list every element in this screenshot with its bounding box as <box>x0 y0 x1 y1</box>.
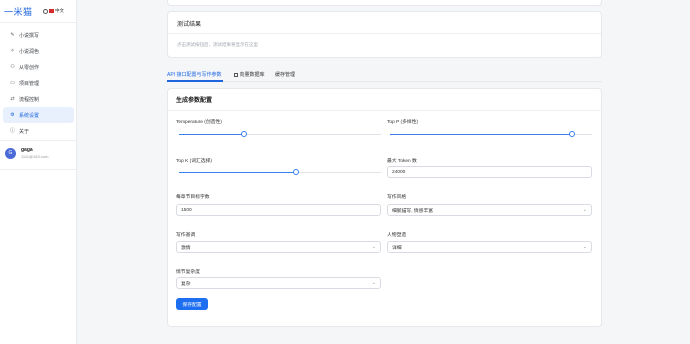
chevron-down-icon: ⌄ <box>371 280 376 286</box>
top-k-label: Top K (词汇选择) <box>176 159 212 164</box>
tab-api-config[interactable]: API 接口配置与写作参数 <box>167 71 221 78</box>
sidebar-item-label: 从零创作 <box>19 64 40 71</box>
globe-icon <box>43 8 48 14</box>
sidebar-item-flow-control[interactable]: ⇄ 流程控制 <box>3 91 74 107</box>
temperature-label: Temperature (创造性) <box>176 120 222 125</box>
divider <box>168 33 601 34</box>
sidebar-item-label: 小说撰写 <box>19 32 40 39</box>
tab-vector-db[interactable]: 向量数据库 <box>234 71 265 78</box>
top-p-label: Top P (多样性) <box>387 120 419 125</box>
folder-icon: ▭ <box>10 79 15 86</box>
sidebar-item-novel-polish[interactable]: ✧ 小说润色 <box>3 43 74 59</box>
test-results-hint: 点击测试按钮后，测试结果将显示在这里 <box>177 42 258 47</box>
sidebar-item-system-settings[interactable]: ⚙ 系统设置 <box>3 107 74 123</box>
writing-tone-select[interactable]: 激情 ⌄ <box>176 241 381 253</box>
info-icon: ⓘ <box>10 127 16 134</box>
user-name: gaga <box>21 147 33 153</box>
sidebar-item-label: 流程控制 <box>19 96 40 103</box>
select-value: 细腻描写, 情感丰富 <box>392 208 434 214</box>
params-title: 生成参数配置 <box>176 98 213 104</box>
slider-handle[interactable] <box>240 131 247 137</box>
sidebar-item-create-from-scratch[interactable]: ⚇ 从零创作 <box>3 59 74 75</box>
chevron-down-icon: ⌄ <box>371 244 376 250</box>
select-value: 详细 <box>392 245 402 251</box>
chapter-words-label: 每章节目标字数 <box>176 195 210 200</box>
chevron-down-icon: ⌄ <box>582 244 587 250</box>
language-label: 中文 <box>55 8 64 13</box>
top-p-slider[interactable] <box>390 131 592 137</box>
slider-handle[interactable] <box>293 169 300 175</box>
chevron-down-icon: ⌄ <box>582 207 587 213</box>
character-depth-select[interactable]: 详细 ⌄ <box>387 241 592 253</box>
test-results-title: 测试结果 <box>177 22 202 28</box>
sidebar-nav: ✎ 小说撰写 ✧ 小说润色 ⚇ 从零创作 ▭ 项目管理 ⇄ 流程控制 ⚙ 系统设… <box>0 27 77 139</box>
cn-flag-icon <box>49 9 54 13</box>
top-k-slider[interactable] <box>179 169 381 175</box>
flow-icon: ⇄ <box>10 95 15 102</box>
sidebar-item-novel-writing[interactable]: ✎ 小说撰写 <box>3 27 74 43</box>
wand-icon: ✧ <box>10 47 15 54</box>
settings-tabs: API 接口配置与写作参数 向量数据库 缓存管理 <box>167 67 602 82</box>
select-value: 复杂 <box>181 281 191 287</box>
slider-handle[interactable] <box>568 131 575 137</box>
tab-cache[interactable]: 缓存管理 <box>275 71 295 78</box>
divider <box>0 140 77 141</box>
select-value: 激情 <box>181 245 191 251</box>
writing-style-label: 写作风格 <box>387 195 407 200</box>
sidebar-item-project-management[interactable]: ▭ 项目管理 <box>3 75 74 91</box>
writing-style-select[interactable]: 细腻描写, 情感丰富 ⌄ <box>387 204 592 216</box>
save-config-button[interactable]: 保存配置 <box>176 298 208 310</box>
active-tab-indicator <box>167 80 223 82</box>
user-profile[interactable]: G gaga 1111@163.com <box>5 147 48 159</box>
sidebar: 一米猫 中文 ✎ 小说撰写 ✧ 小说润色 ⚇ 从零创作 ▭ 项目管理 ⇄ 流程控… <box>0 0 77 344</box>
pencil-icon: ✎ <box>10 31 15 38</box>
max-tokens-input[interactable]: 24000 <box>387 166 592 178</box>
sidebar-item-label: 项目管理 <box>19 80 40 87</box>
divider <box>0 22 77 23</box>
divider <box>0 169 77 170</box>
sidebar-item-about[interactable]: ⓘ 关于 <box>3 123 74 139</box>
app-logo[interactable]: 一米猫 <box>4 5 33 18</box>
temperature-slider[interactable] <box>179 131 381 137</box>
language-switcher[interactable]: 中文 <box>43 8 64 14</box>
max-tokens-label: 最大 Token 数 <box>387 159 417 164</box>
avatar: G <box>5 147 16 159</box>
user-email: 1111@163.com <box>21 154 49 159</box>
gear-icon: ⚙ <box>10 111 15 118</box>
sidebar-item-label: 系统设置 <box>19 112 40 119</box>
plot-complexity-label: 情节复杂度 <box>176 270 200 275</box>
plot-complexity-select[interactable]: 复杂 ⌄ <box>176 277 381 289</box>
character-depth-label: 人物塑造 <box>387 233 407 238</box>
writing-tone-label: 写作基调 <box>176 233 196 238</box>
previous-card <box>167 0 602 6</box>
sidebar-item-label: 关于 <box>19 128 30 135</box>
database-icon <box>234 72 238 77</box>
test-results-card: 测试结果 点击测试按钮后，测试结果将显示在这里 <box>167 11 602 58</box>
chapter-words-input[interactable]: 1500 <box>176 204 381 216</box>
sidebar-item-label: 小说润色 <box>19 48 40 55</box>
user-add-icon: ⚇ <box>10 63 15 70</box>
divider <box>167 110 602 111</box>
